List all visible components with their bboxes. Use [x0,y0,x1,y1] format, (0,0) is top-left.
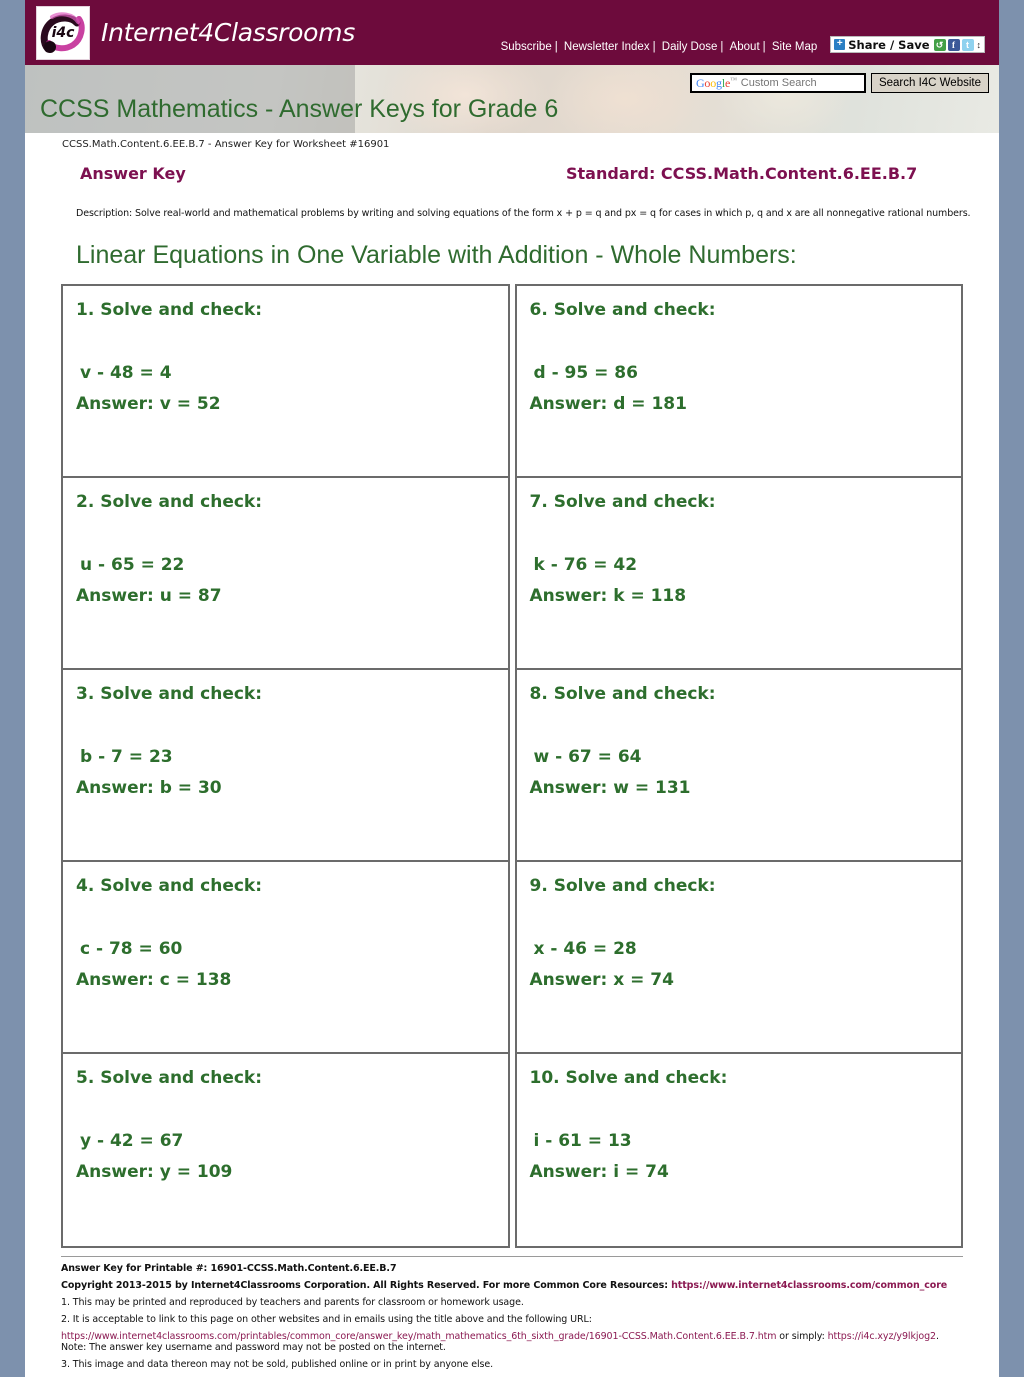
problem-equation: w - 67 = 64 [533,747,642,767]
footer-item-2: 2. It is acceptable to link to this page… [61,1314,592,1325]
nav-item-newsletter-index[interactable]: Newsletter Index [561,41,653,53]
answer-key-label: Answer Key [80,164,186,183]
problem-answer: Answer: x = 74 [529,970,674,990]
problem-equation: y - 42 = 67 [80,1131,184,1151]
problem-title: 7. Solve and check: [529,492,716,512]
problem-title: 8. Solve and check: [529,684,716,704]
copyright-line: Copyright 2013-2015 by Internet4Classroo… [61,1280,963,1291]
problem-answer: Answer: y = 109 [76,1162,233,1182]
problem-cell: 3. Solve and check: b - 7 = 23 Answer: b… [63,670,508,862]
nav-separator: | [652,41,656,53]
footer-item-3: 3. This image and data thereon may not b… [61,1359,493,1370]
problem-cell: 9. Solve and check: x - 46 = 28 Answer: … [516,862,961,1054]
svg-text:i4c: i4c [52,25,76,41]
share-icon[interactable]: ↺ [933,38,946,51]
problem-cell: 10. Solve and check: i - 61 = 13 Answer:… [517,1054,962,1246]
nav-item-daily-dose[interactable]: Daily Dose [659,41,721,53]
problem-title: 9. Solve and check: [529,876,716,896]
problem-equation: b - 7 = 23 [80,747,173,767]
short-url-link[interactable]: https://i4c.xyz/y9lkjog2 [828,1331,936,1342]
problem-column-right: 6. Solve and check: d - 95 = 86 Answer: … [514,284,963,1248]
site-header: i4c Internet4Classrooms Subscribe | Newsl… [25,0,999,65]
nav-item-site-map[interactable]: Site Map [769,41,820,53]
nav-links: Subscribe | Newsletter Index | Daily Dose |… [498,41,821,53]
search-button[interactable]: Search I4C Website [870,73,989,93]
nav-item-about[interactable]: About [727,41,763,53]
worksheet-heading: Linear Equations in One Variable with Ad… [76,241,797,269]
plus-icon: + [834,39,846,50]
answer-key-row: Answer Key Standard: CCSS.Math.Content.6… [38,164,986,190]
site-logo[interactable]: i4c Internet4Classrooms [25,0,355,65]
long-url-link[interactable]: https://www.internet4classrooms.com/prin… [61,1331,776,1342]
search-placeholder: Custom Search [740,77,817,89]
standard-label: Standard: CCSS.Math.Content.6.EE.B.7 [566,164,918,183]
problem-equation: c - 78 = 60 [80,939,183,959]
google-logo-icon: Google™ [695,75,737,90]
page-footer: Answer Key for Printable #: 16901-CCSS.M… [61,1256,963,1370]
nav-item-subscribe[interactable]: Subscribe [498,41,555,53]
share-save-widget[interactable]: + Share / Save ↺ f t ↕ [830,36,985,53]
worksheet-id: CCSS.Math.Content.6.EE.B.7 - Answer Key … [62,139,390,150]
worksheet-body: CCSS.Math.Content.6.EE.B.7 - Answer Key … [25,139,999,1370]
problem-answer: Answer: b = 30 [76,778,222,798]
problem-title: 4. Solve and check: [76,876,263,896]
swirl-graphic: i4c [40,11,85,53]
problem-cell: 1. Solve and check: v - 48 = 4 Answer: v… [63,286,508,478]
search-input[interactable]: Google™ Custom Search [689,73,866,93]
problem-title: 2. Solve and check: [76,492,263,512]
site-search: Google™ Custom Search Search I4C Website [689,73,989,93]
copyright-text: Copyright 2013-2015 by Internet4Classroo… [61,1280,672,1291]
problem-title: 1. Solve and check: [76,300,263,320]
problem-cell: 8. Solve and check: w - 67 = 64 Answer: … [516,670,961,862]
problem-equation: v - 48 = 4 [80,363,172,383]
problem-answer: Answer: v = 52 [76,394,221,414]
nav-separator: | [720,41,724,53]
problem-equation: x - 46 = 28 [533,939,637,959]
problem-cell: 6. Solve and check: d - 95 = 86 Answer: … [516,286,961,478]
printable-id-line: Answer Key for Printable #: 16901-CCSS.M… [61,1263,397,1274]
nav-separator: | [554,41,558,53]
problem-grid: 1. Solve and check: v - 48 = 4 Answer: v… [61,284,963,1248]
site-logo-text: Internet4Classrooms [101,18,355,47]
trademark-symbol: ™ [730,75,737,84]
problem-title: 5. Solve and check: [76,1068,263,1088]
nav-separator: | [762,41,766,53]
problem-answer: Answer: i = 74 [529,1162,669,1182]
page-title: CCSS Mathematics - Answer Keys for Grade… [40,95,559,123]
problem-answer: Answer: c = 138 [76,970,232,990]
or-simply-text: or simply: [776,1331,828,1342]
problem-title: 3. Solve and check: [76,684,263,704]
problem-answer: Answer: k = 118 [529,586,687,606]
problem-cell: 2. Solve and check: u - 65 = 22 Answer: … [63,478,508,670]
facebook-icon[interactable]: f [947,38,960,51]
problem-equation: u - 65 = 22 [80,555,185,575]
footer-item-1: 1. This may be printed and reproduced by… [61,1297,524,1308]
problem-answer: Answer: d = 181 [529,394,687,414]
problem-cell: 4. Solve and check: c - 78 = 60 Answer: … [63,862,508,1054]
common-core-link[interactable]: https://www.internet4classrooms.com/comm… [671,1280,947,1291]
problem-equation: i - 61 = 13 [533,1131,632,1151]
problem-cell: 7. Solve and check: k - 76 = 42 Answer: … [516,478,961,670]
page-banner: CCSS Mathematics - Answer Keys for Grade… [25,65,999,133]
chevron-updown-icon[interactable]: ↕ [977,40,982,50]
page-container: i4c Internet4Classrooms Subscribe | Newsl… [25,0,999,1377]
footer-url-line: https://www.internet4classrooms.com/prin… [61,1331,963,1353]
problem-equation: d - 95 = 86 [533,363,638,383]
standard-description: Description: Solve real-world and mathem… [76,208,971,219]
top-navigation: Subscribe | Newsletter Index | Daily Dose |… [498,0,999,65]
problem-equation: k - 76 = 42 [533,555,638,575]
twitter-icon[interactable]: t [961,38,974,51]
problem-cell: 5. Solve and check: y - 42 = 67 Answer: … [63,1054,508,1246]
problem-answer: Answer: w = 131 [529,778,691,798]
problem-answer: Answer: u = 87 [76,586,222,606]
problem-column-left: 1. Solve and check: v - 48 = 4 Answer: v… [61,284,510,1248]
i4c-logo-icon: i4c [36,5,90,60]
share-save-label: Share / Save [848,37,930,52]
problem-title: 10. Solve and check: [529,1068,728,1088]
problem-title: 6. Solve and check: [529,300,716,320]
